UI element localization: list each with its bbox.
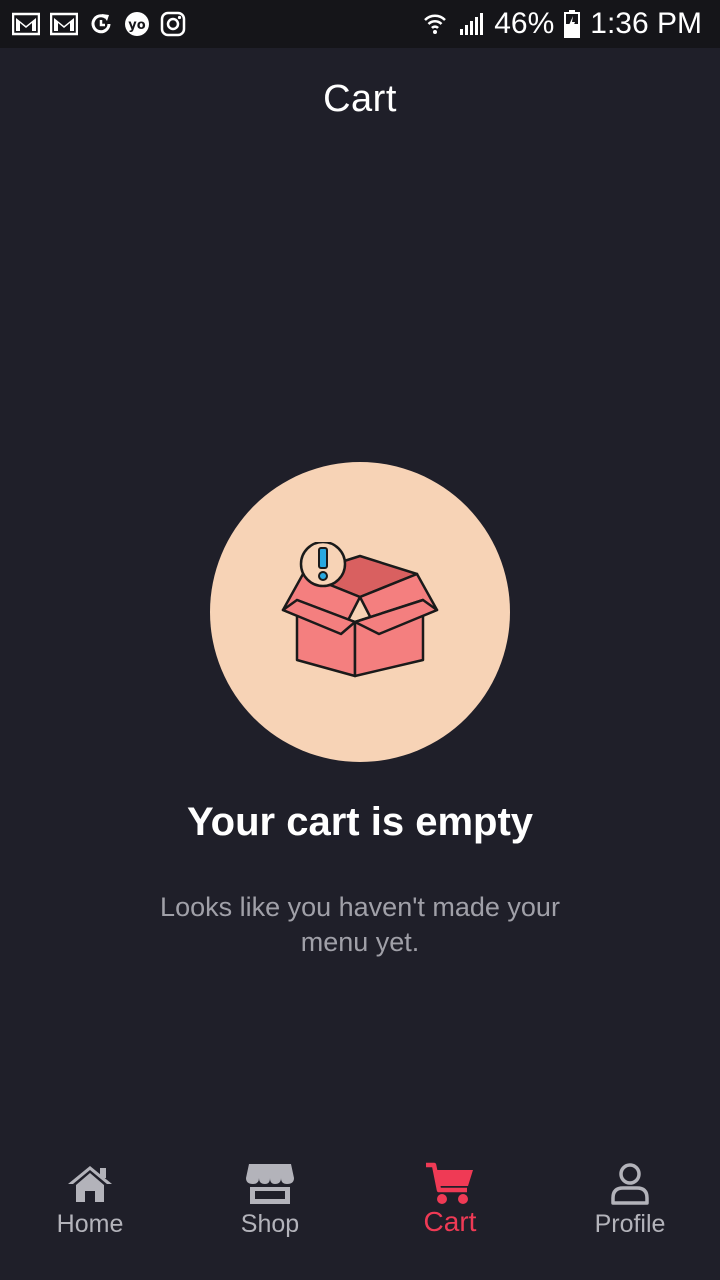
nav-label-cart: Cart — [423, 1206, 477, 1237]
clock: 1:36 PM — [590, 7, 702, 40]
nav-item-home[interactable]: Home — [0, 1150, 180, 1280]
gmail-icon — [12, 12, 40, 36]
instagram-icon — [160, 11, 186, 37]
nav-item-cart[interactable]: Cart — [360, 1150, 540, 1280]
empty-state-title: Your cart is empty — [186, 800, 534, 844]
nav-label-home: Home — [56, 1210, 124, 1238]
system-status: 46% 1:36 PM — [422, 7, 702, 41]
svg-text:yo: yo — [128, 18, 145, 33]
yo-icon: yo — [124, 11, 150, 37]
home-icon — [66, 1162, 114, 1206]
shop-icon — [245, 1162, 295, 1206]
empty-cart-illustration — [210, 462, 510, 762]
gmail-icon — [50, 12, 78, 36]
nav-item-profile[interactable]: Profile — [540, 1150, 720, 1280]
battery-percent: 46% — [494, 7, 555, 40]
nav-label-profile: Profile — [594, 1210, 666, 1238]
signal-icon — [458, 11, 484, 37]
sync-icon — [88, 11, 114, 37]
empty-state-subtitle: Looks like you haven't made your menu ye… — [160, 892, 560, 957]
status-bar: yo 46% 1:36 PM — [0, 0, 720, 48]
bottom-navigation: Home Shop Cart Profile — [0, 1150, 720, 1280]
notification-icons: yo — [12, 11, 186, 37]
wifi-icon — [422, 11, 448, 37]
nav-label-shop: Shop — [240, 1210, 300, 1238]
page-title: Cart — [323, 78, 397, 120]
nav-item-shop[interactable]: Shop — [180, 1150, 360, 1280]
cart-icon — [425, 1162, 475, 1206]
battery-icon — [564, 10, 581, 38]
profile-icon — [610, 1162, 650, 1206]
empty-box-icon — [281, 542, 439, 678]
